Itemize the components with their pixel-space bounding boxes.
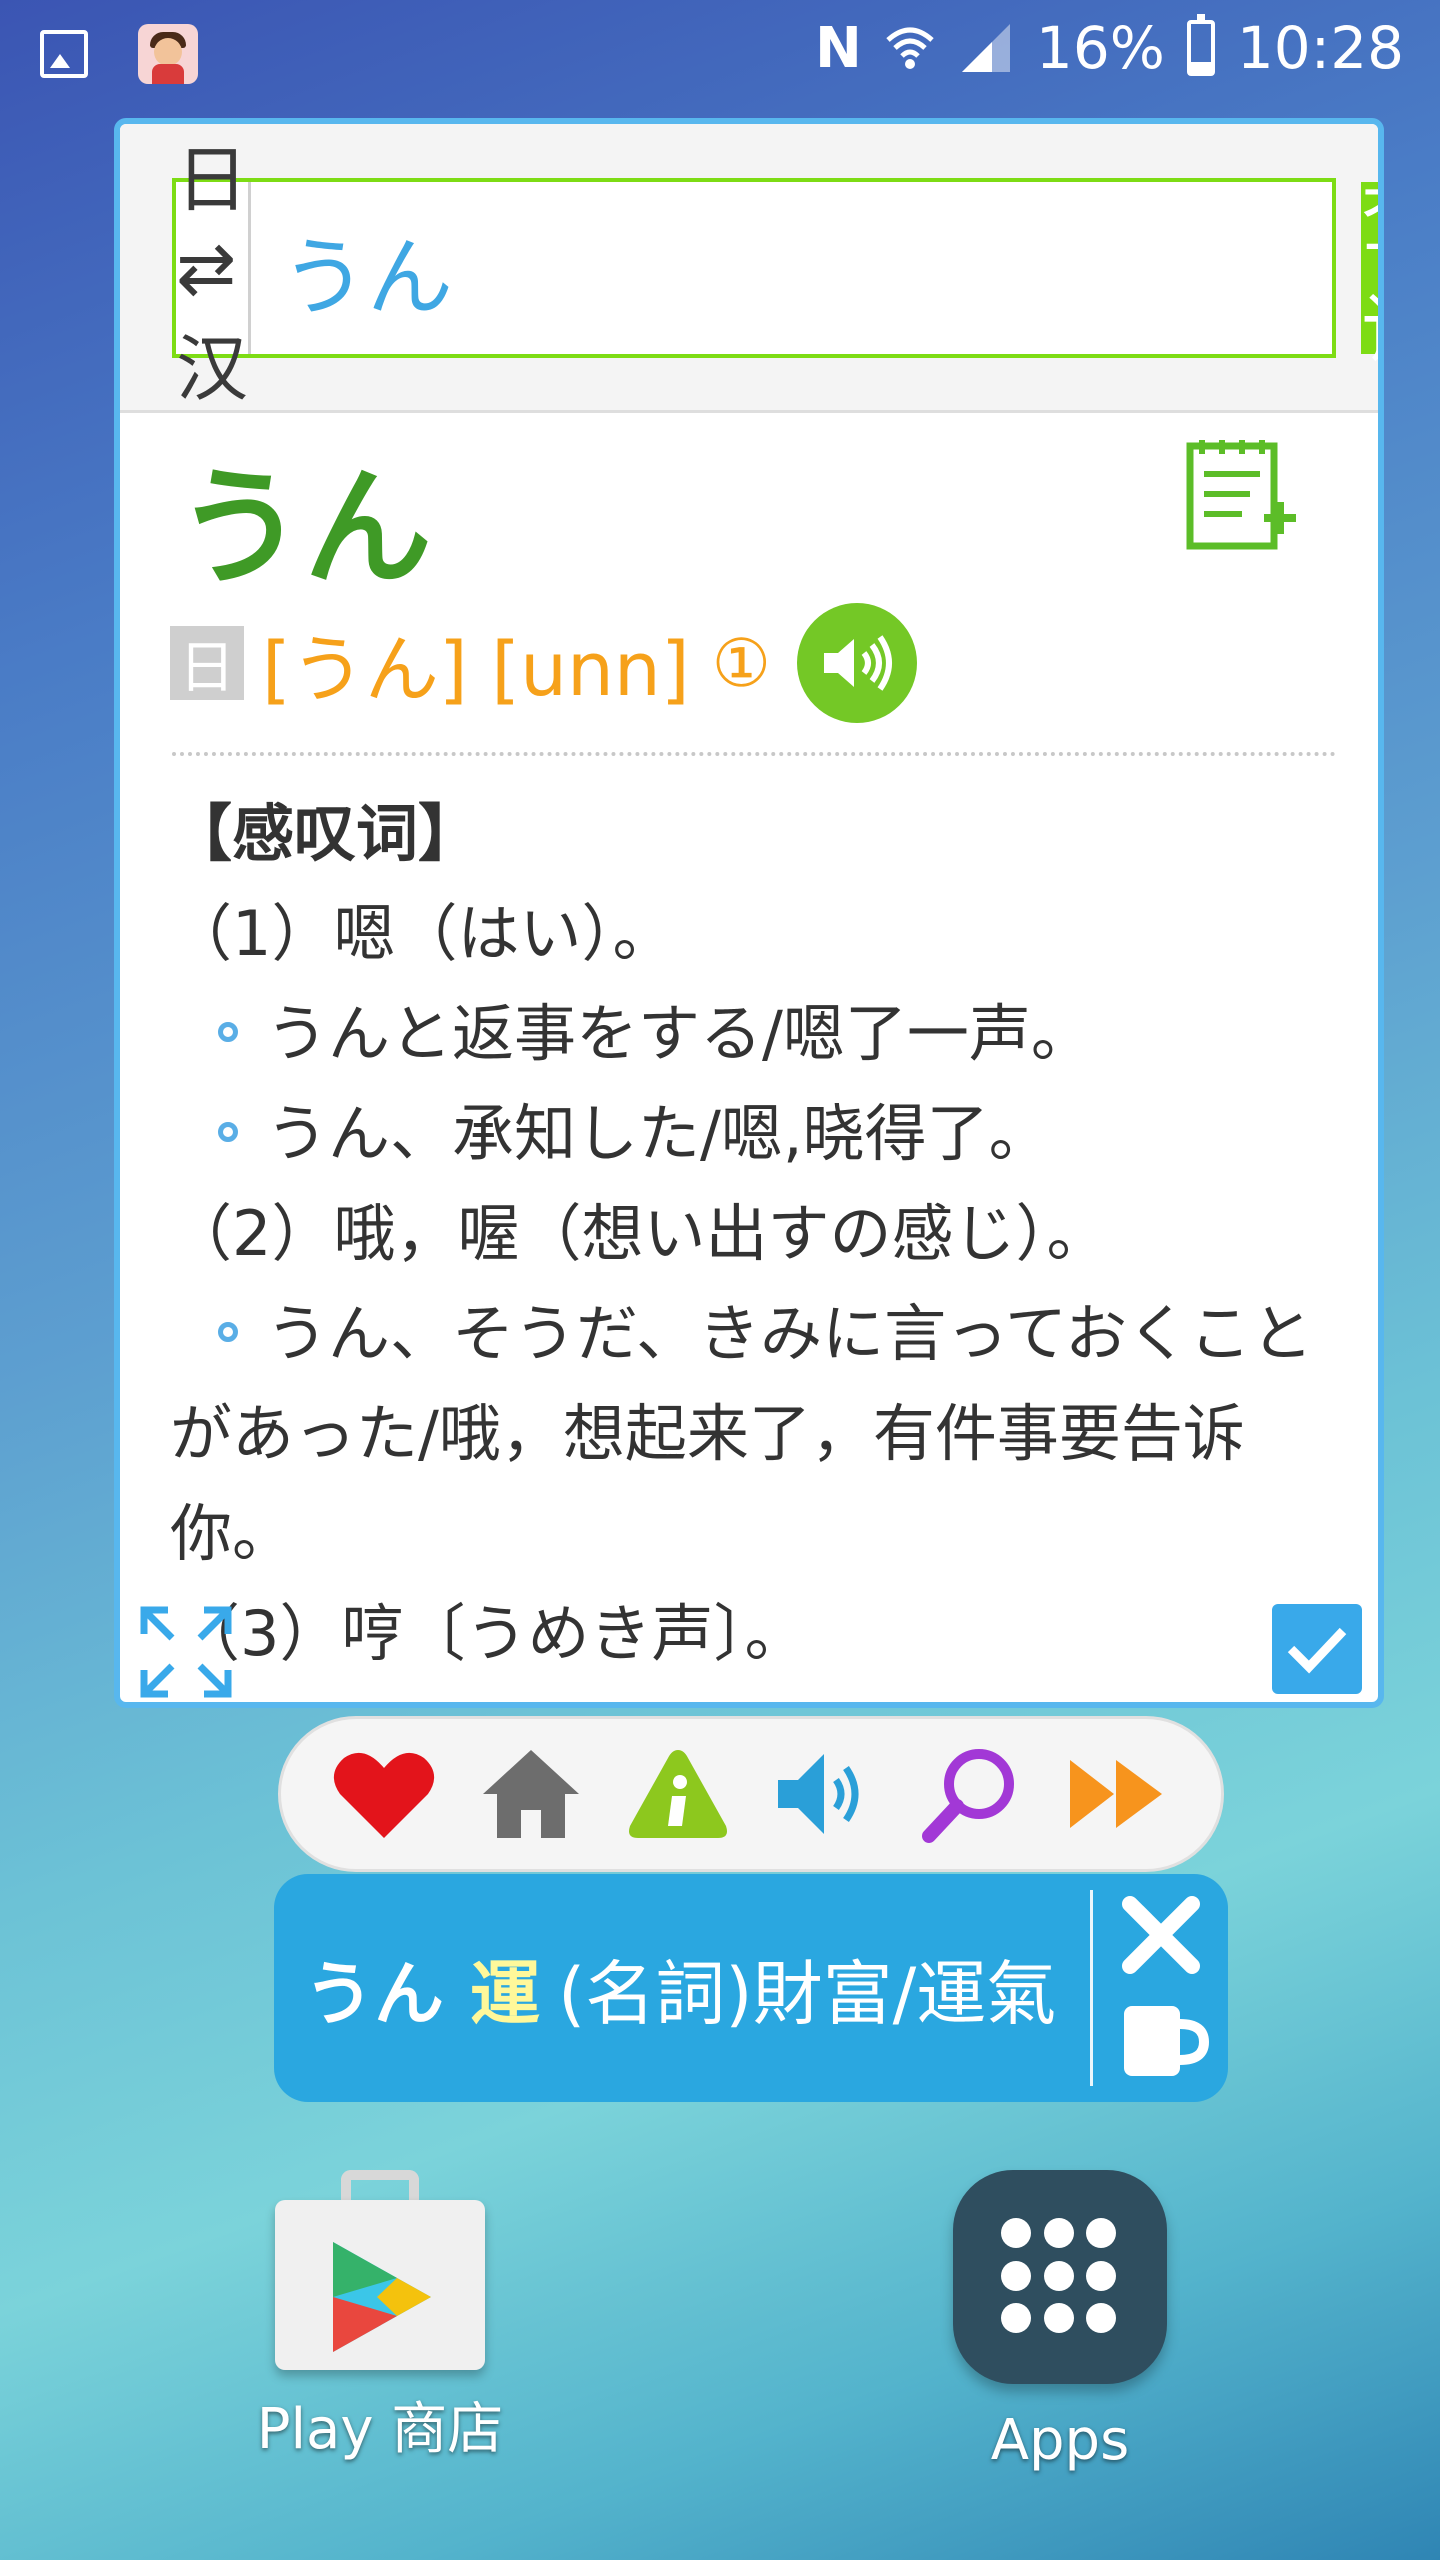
bubble-divider (1090, 1890, 1093, 2086)
quick-lookup-bubble[interactable]: うん 運 (名詞)財富/運氣 (274, 1874, 1228, 2102)
play-store-shortcut[interactable]: Play 商店 (210, 2170, 550, 2465)
search-input[interactable] (251, 182, 1362, 356)
home-button[interactable] (472, 1735, 590, 1853)
info-button[interactable] (619, 1735, 737, 1853)
nfc-icon: N (815, 15, 862, 81)
search-header: 日⇄汉 查词 (120, 124, 1378, 413)
sense-line: （3）哼〔うめき声〕。 (178, 1597, 807, 1670)
battery-percent: 16% (1035, 14, 1165, 82)
expand-icon[interactable] (138, 1604, 234, 1700)
gallery-icon (40, 30, 88, 78)
reading: [うん] [unn] (262, 626, 690, 713)
apps-label: Apps (990, 2408, 1130, 2473)
bubble-kanji: 運 (470, 1952, 540, 2035)
dictionary-panel: 日⇄汉 查词 うん 日 [うん] [unn] ① 【感叹词】 (114, 118, 1384, 1708)
home-icon (482, 1750, 579, 1838)
favorite-button[interactable] (325, 1735, 443, 1853)
example-line: うんと返事をする/嗯了一声。 (170, 984, 1350, 1084)
language-toggle-button[interactable]: 日⇄汉 (176, 138, 252, 411)
example-line: うん、承知した/嗯,晓得了。 (170, 1084, 1350, 1184)
search-bar: 日⇄汉 查词 (172, 138, 1378, 411)
next-button[interactable] (1059, 1735, 1177, 1853)
speaker-icon (778, 1754, 859, 1834)
bullet-icon (218, 1122, 238, 1142)
close-icon[interactable] (1116, 1890, 1206, 1980)
bubble-text: うん 運 (名詞)財富/運氣 (304, 1874, 1056, 2102)
search-button[interactable]: 查词 (1361, 174, 1378, 376)
clock: 10:28 (1236, 14, 1404, 82)
divider (172, 752, 1336, 756)
fast-forward-icon (1069, 1760, 1162, 1828)
pronounce-button[interactable] (796, 603, 917, 723)
headword: うん (176, 454, 433, 603)
add-to-notebook-icon[interactable] (1180, 436, 1300, 556)
bullet-icon (218, 1322, 238, 1342)
part-of-speech: 【感叹词】 (170, 797, 481, 870)
cup-icon[interactable] (1114, 1992, 1210, 2088)
definition-body: 【感叹词】 （1）嗯（はい）。 うんと返事をする/嗯了一声。 うん、承知した/嗯… (170, 784, 1350, 1684)
signal-icon (961, 24, 1010, 72)
battery-charging-icon (1186, 14, 1215, 76)
info-icon (628, 1750, 727, 1838)
play-store-label: Play 商店 (256, 2397, 504, 2462)
language-badge: 日 (170, 626, 244, 701)
sense-line: （2）哦，喔（想い出すの感じ）。 (170, 1197, 1109, 1270)
wifi-icon (886, 27, 934, 69)
apps-shortcut[interactable]: Apps (900, 2170, 1220, 2473)
action-toolbar (278, 1716, 1224, 1872)
reading-row: 日 [うん] [unn] ① (170, 598, 917, 728)
example-line: うん、そうだ、きみに言っておくことがあった/哦，想起来了，有件事要告诉你。 (170, 1297, 1314, 1570)
sound-button[interactable] (765, 1735, 883, 1853)
tone-mark: ① (711, 624, 771, 702)
bubble-gloss: (名詞)財富/運氣 (558, 1952, 1057, 2035)
speaker-icon (823, 635, 892, 691)
apps-grid-icon (953, 2170, 1167, 2384)
status-bar: N 16% 10:28 (0, 0, 1440, 108)
sense-line: （1）嗯（はい）。 (170, 897, 675, 970)
bubble-word: うん (304, 1952, 444, 2035)
jlpt-app-icon (138, 24, 198, 84)
search-tool-button[interactable] (912, 1735, 1030, 1853)
search-icon (921, 1749, 1014, 1843)
heart-icon (334, 1752, 435, 1838)
bullet-icon (218, 1022, 238, 1042)
play-store-icon (275, 2170, 485, 2370)
checkbox-icon[interactable] (1272, 1604, 1362, 1694)
